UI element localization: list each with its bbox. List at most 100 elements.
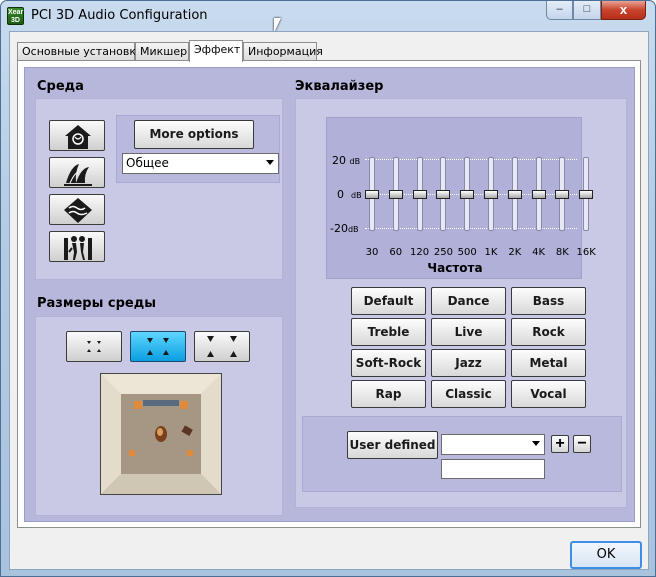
environment-title: Среда	[37, 79, 84, 94]
env-walk-button[interactable]	[49, 231, 105, 262]
chevron-down-icon	[532, 441, 540, 446]
eq-band-label: 30	[365, 247, 379, 258]
eq-band-label: 60	[389, 247, 403, 258]
effect-tab-panel: Среда More options Общее Размеры среды Э…	[17, 60, 641, 528]
room-size-title: Размеры среды	[37, 296, 156, 311]
tab-mixer[interactable]: Микшер	[135, 42, 189, 61]
eq-slider-500[interactable]	[460, 157, 475, 231]
chevron-down-icon	[266, 160, 274, 165]
db-top-value: 20	[332, 154, 346, 167]
user-preset-select[interactable]	[441, 434, 545, 455]
tab-basic-settings[interactable]: Основные установки	[17, 42, 143, 61]
frequency-axis-label: Частота	[427, 261, 483, 275]
room-size-large-button[interactable]	[194, 331, 250, 362]
eq-band-label: 500	[457, 247, 477, 258]
preset-jazz-button[interactable]: Jazz	[431, 349, 506, 377]
preset-default-button[interactable]: Default	[351, 287, 426, 315]
eq-band-label: 2K	[508, 247, 522, 258]
user-defined-box: User defined + −	[302, 416, 622, 492]
eq-slider-thumb[interactable]	[460, 190, 475, 199]
room-icon	[65, 125, 91, 149]
minimize-button[interactable]: –	[546, 1, 573, 20]
preset-name-input[interactable]	[441, 459, 545, 479]
preset-rock-button[interactable]: Rock	[511, 318, 586, 346]
db-bottom-unit: dB	[347, 225, 359, 234]
maximize-button[interactable]: □	[573, 1, 601, 20]
preset-live-button[interactable]: Live	[431, 318, 506, 346]
env-options-box: More options Общее	[116, 115, 280, 183]
db-mid-value: 0	[337, 188, 344, 201]
room-size-small-button[interactable]	[66, 331, 122, 362]
eq-slider-4K[interactable]	[531, 157, 546, 231]
eq-band-label: 16K	[576, 247, 596, 258]
client-area: Основные установки Микшер Эффект Информа…	[9, 31, 649, 570]
preset-rap-button[interactable]: Rap	[351, 380, 426, 408]
preset-dance-button[interactable]: Dance	[431, 287, 506, 315]
room-size-medium-button[interactable]	[130, 331, 186, 362]
eq-band-label: 8K	[555, 247, 569, 258]
preset-bass-button[interactable]: Bass	[511, 287, 586, 315]
eq-slider-thumb[interactable]	[507, 190, 522, 199]
db-top-unit: dB	[349, 157, 361, 166]
eq-slider-thumb[interactable]	[531, 190, 546, 199]
room-preview	[100, 373, 222, 495]
user-defined-button[interactable]: User defined	[347, 431, 438, 459]
eq-slider-thumb[interactable]	[555, 190, 570, 199]
opera-house-icon	[64, 164, 92, 186]
eq-slider-8K[interactable]	[555, 157, 570, 231]
effect-panel-background: Среда More options Общее Размеры среды Э…	[24, 67, 635, 522]
environment-select-value: Общее	[126, 156, 169, 170]
preset-metal-button[interactable]: Metal	[511, 349, 586, 377]
tab-information[interactable]: Информация	[243, 42, 323, 61]
eq-slider-2K[interactable]	[507, 157, 522, 231]
app-window: Xear 3D PCI 3D Audio Configuration – □ x…	[0, 0, 656, 577]
remove-preset-button[interactable]: −	[573, 435, 591, 453]
eq-slider-thumb[interactable]	[412, 190, 427, 199]
env-hall-button[interactable]	[49, 157, 105, 188]
eq-slider-thumb[interactable]	[436, 190, 451, 199]
preset-soft-rock-button[interactable]: Soft-Rock	[351, 349, 426, 377]
preset-classic-button[interactable]: Classic	[431, 380, 506, 408]
small-size-icon	[87, 341, 101, 352]
eq-slider-120[interactable]	[412, 157, 427, 231]
eq-slider-thumb[interactable]	[388, 190, 403, 199]
eq-slider-30[interactable]	[365, 157, 379, 231]
eq-slider-1K[interactable]	[484, 157, 498, 231]
db-top-label: 20 dB	[332, 154, 360, 167]
close-button[interactable]: x	[601, 1, 646, 20]
eq-band-label: 1K	[484, 247, 498, 258]
window-title: PCI 3D Audio Configuration	[31, 8, 208, 23]
large-size-icon	[207, 336, 237, 357]
environment-select[interactable]: Общее	[122, 153, 279, 174]
app-logo-icon: Xear 3D	[7, 7, 24, 25]
eq-band-label: 120	[410, 247, 430, 258]
eq-slider-thumb[interactable]	[484, 190, 498, 199]
equalizer-graph: 20 dB 0 dB -20dB 30 60 120 250 500 1K 2K 4K 8K 16…	[326, 117, 596, 279]
eq-slider-thumb[interactable]	[365, 190, 379, 199]
ok-button[interactable]: OK	[570, 541, 642, 569]
add-preset-button[interactable]: +	[551, 435, 569, 453]
env-room-button[interactable]	[49, 120, 105, 151]
eq-band-label: 4K	[532, 247, 546, 258]
title-bar[interactable]: Xear 3D PCI 3D Audio Configuration – □ x	[1, 1, 655, 31]
db-bottom-value: -20	[330, 222, 348, 235]
eq-band-label: 250	[433, 247, 453, 258]
environment-section: More options Общее	[35, 98, 283, 280]
eq-slider-250[interactable]	[436, 157, 451, 231]
more-options-button[interactable]: More options	[134, 120, 254, 149]
env-water-button[interactable]	[49, 194, 105, 225]
preset-treble-button[interactable]: Treble	[351, 318, 426, 346]
equalizer-section: 20 dB 0 dB -20dB 30 60 120 250 500 1K 2K 4K 8K 16…	[295, 98, 627, 508]
db-mid-unit: dB	[351, 191, 362, 200]
eq-slider-16K[interactable]	[579, 157, 594, 231]
eq-slider-thumb[interactable]	[579, 190, 594, 199]
walking-icon	[64, 236, 92, 260]
eq-slider-60[interactable]	[388, 157, 403, 231]
db-mid-label: 0 dB	[337, 188, 362, 201]
tab-effect[interactable]: Эффект	[189, 40, 243, 62]
room-3d-icon	[101, 374, 221, 494]
preset-vocal-button[interactable]: Vocal	[511, 380, 586, 408]
db-bottom-label: -20dB	[330, 222, 359, 235]
underwater-icon	[64, 198, 92, 223]
medium-size-icon	[147, 338, 169, 355]
